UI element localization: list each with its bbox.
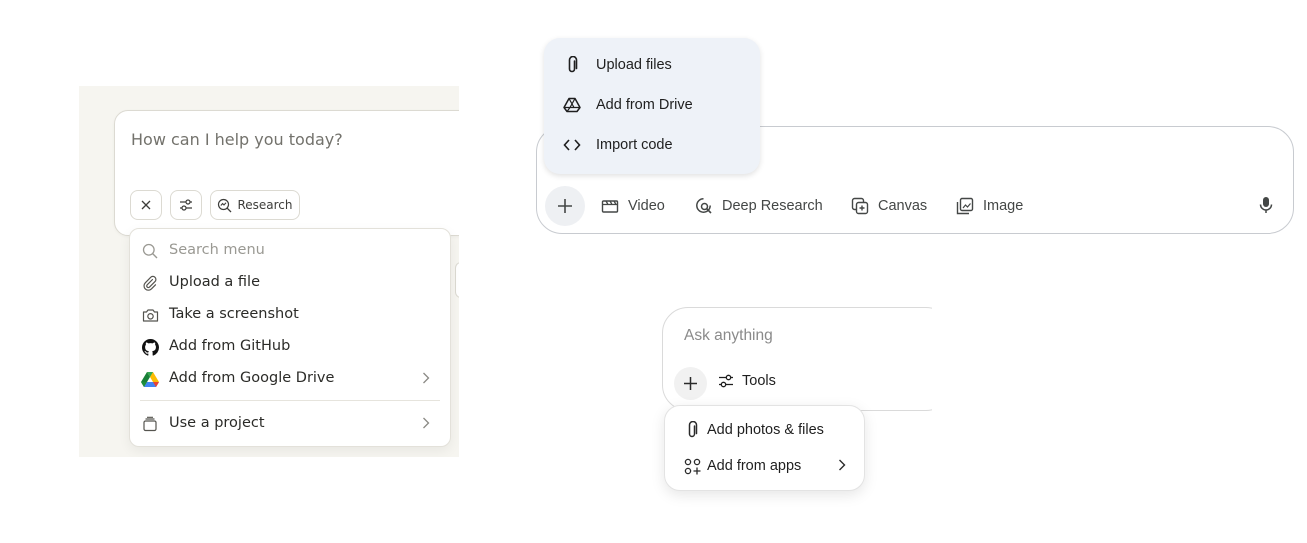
menu-item-label: Use a project bbox=[169, 415, 265, 431]
close-icon bbox=[141, 200, 151, 210]
github-icon bbox=[141, 338, 159, 356]
chatgpt-input-placeholder[interactable]: Ask anything bbox=[684, 327, 773, 345]
paperclip-icon bbox=[683, 421, 701, 439]
chatgpt-attach-menu: Add photos & files Add from apps bbox=[664, 405, 865, 491]
image-label: Image bbox=[983, 198, 1024, 214]
menu-item-label: Upload a file bbox=[169, 274, 260, 290]
plus-icon bbox=[558, 199, 572, 213]
microphone-button[interactable] bbox=[1256, 195, 1276, 215]
menu-item-label: Add photos & files bbox=[707, 422, 824, 438]
menu-item-import-code[interactable]: Import code bbox=[544, 129, 760, 161]
menu-item-use-project[interactable]: Use a project bbox=[130, 409, 450, 439]
tools-settings-button[interactable] bbox=[170, 190, 202, 220]
video-icon bbox=[601, 197, 619, 215]
menu-item-add-photos-files[interactable]: Add photos & files bbox=[665, 415, 864, 445]
gemini-attach-menu: Upload files Add from Drive Import code bbox=[544, 38, 760, 174]
sliders-icon bbox=[180, 199, 192, 211]
canvas-button[interactable]: Canvas bbox=[851, 193, 927, 219]
canvas-icon bbox=[851, 197, 869, 215]
chatgpt-composer[interactable] bbox=[662, 307, 952, 411]
apps-icon bbox=[683, 457, 701, 475]
plus-icon bbox=[684, 377, 697, 390]
menu-item-label: Take a screenshot bbox=[169, 306, 299, 322]
menu-item-label: Import code bbox=[596, 137, 673, 153]
crop-mask bbox=[932, 300, 972, 420]
paperclip-icon bbox=[141, 274, 159, 292]
menu-search-input[interactable]: Search menu bbox=[130, 236, 450, 266]
drive-icon bbox=[563, 96, 581, 114]
claude-attach-menu: Search menu Upload a file Take a screens… bbox=[129, 228, 451, 447]
menu-item-google-drive[interactable]: Add from Google Drive bbox=[130, 364, 450, 394]
menu-item-add-from-drive[interactable]: Add from Drive bbox=[544, 89, 760, 121]
tools-label: Tools bbox=[742, 373, 776, 389]
deep-research-icon bbox=[695, 197, 713, 215]
menu-divider bbox=[140, 400, 440, 401]
research-label: Research bbox=[237, 198, 293, 212]
deep-research-label: Deep Research bbox=[722, 198, 823, 214]
sliders-icon bbox=[719, 374, 733, 388]
add-attachment-button[interactable] bbox=[545, 186, 585, 226]
menu-item-label: Add from apps bbox=[707, 458, 802, 474]
menu-item-label: Upload files bbox=[596, 57, 672, 73]
chevron-right-icon bbox=[838, 458, 846, 472]
menu-item-label: Add from Google Drive bbox=[169, 370, 335, 386]
image-button[interactable]: Image bbox=[956, 193, 1023, 219]
menu-item-upload-file[interactable]: Upload a file bbox=[130, 268, 450, 298]
claude-composer[interactable]: How can I help you today? Research bbox=[114, 110, 459, 236]
search-icon bbox=[141, 242, 159, 260]
menu-item-add-from-apps[interactable]: Add from apps bbox=[665, 451, 864, 481]
project-icon bbox=[141, 415, 159, 433]
menu-item-github[interactable]: Add from GitHub bbox=[130, 332, 450, 362]
deep-research-button[interactable]: Deep Research bbox=[695, 193, 823, 219]
tools-button[interactable]: Tools bbox=[718, 373, 776, 389]
add-attachment-button[interactable] bbox=[674, 367, 707, 400]
claude-panel: How can I help you today? Research Searc… bbox=[79, 86, 459, 457]
camera-icon bbox=[141, 306, 159, 324]
chevron-right-icon bbox=[422, 416, 430, 430]
google-drive-icon bbox=[141, 370, 159, 388]
image-icon bbox=[956, 197, 974, 215]
menu-item-upload-files[interactable]: Upload files bbox=[544, 49, 760, 81]
video-label: Video bbox=[628, 198, 665, 214]
code-icon bbox=[563, 136, 581, 154]
close-button[interactable] bbox=[130, 190, 162, 220]
research-icon bbox=[218, 198, 232, 212]
composer-edge bbox=[455, 262, 459, 298]
video-button[interactable]: Video bbox=[601, 193, 665, 219]
canvas-label: Canvas bbox=[878, 198, 928, 214]
claude-input-placeholder[interactable]: How can I help you today? bbox=[131, 130, 343, 149]
menu-item-label: Add from Drive bbox=[596, 97, 693, 113]
menu-item-screenshot[interactable]: Take a screenshot bbox=[130, 300, 450, 330]
chevron-right-icon bbox=[422, 371, 430, 385]
paperclip-icon bbox=[563, 56, 581, 74]
search-placeholder: Search menu bbox=[169, 242, 265, 258]
menu-item-label: Add from GitHub bbox=[169, 338, 291, 354]
microphone-icon bbox=[1259, 197, 1273, 213]
research-button[interactable]: Research bbox=[210, 190, 300, 220]
